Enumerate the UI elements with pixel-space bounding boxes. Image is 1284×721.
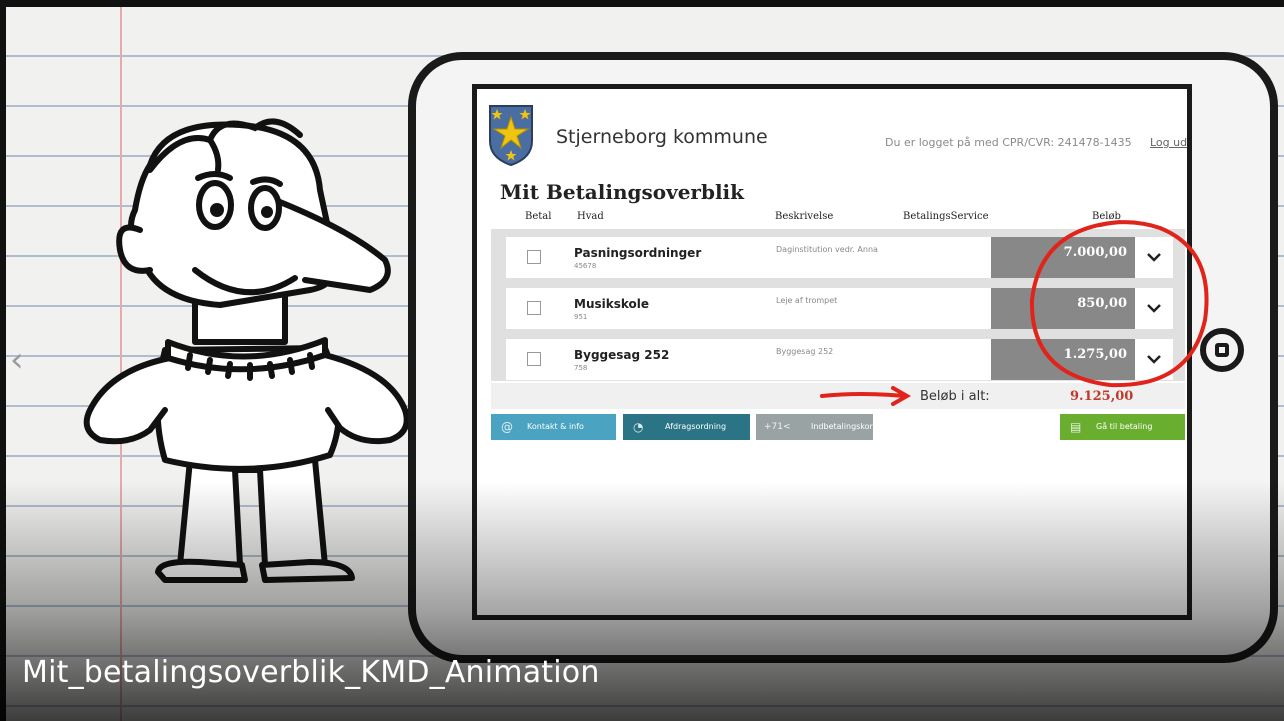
red-arrow-annotation bbox=[820, 392, 907, 398]
previous-arrow-icon[interactable]: ‹ bbox=[10, 340, 24, 380]
red-circle-annotation bbox=[1029, 220, 1209, 388]
video-title-caption: Mit_betalingsoverblik_KMD_Animation bbox=[22, 655, 600, 690]
